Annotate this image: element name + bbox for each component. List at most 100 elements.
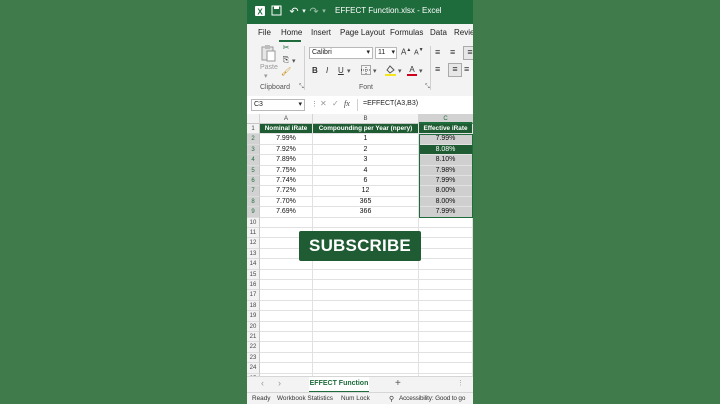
cell[interactable] <box>419 321 473 332</box>
accessibility-status[interactable]: Accessibility: Good to go <box>399 395 465 402</box>
tab-home[interactable]: Home <box>281 28 302 37</box>
cell[interactable] <box>419 342 473 353</box>
font-size-select[interactable]: 11 ▾ <box>375 47 397 59</box>
align-bottom-icon[interactable]: ≡ <box>463 46 473 60</box>
sheet-tab-effect-function[interactable]: EFFECT Function <box>309 377 369 393</box>
row-header[interactable]: 18 <box>247 300 260 312</box>
cell[interactable] <box>419 332 473 343</box>
row-header[interactable]: 1 <box>247 124 260 135</box>
effective-rate-cell[interactable]: 8.00% <box>419 196 473 208</box>
row-header[interactable]: 21 <box>247 332 260 343</box>
nominal-rate-cell[interactable]: 7.99% <box>260 134 313 145</box>
cell[interactable] <box>260 363 313 374</box>
cell[interactable] <box>313 332 419 343</box>
align-right-icon[interactable]: ≡ <box>464 64 469 74</box>
font-color-dropdown-icon[interactable]: ▾ <box>419 67 423 75</box>
cell[interactable] <box>260 280 313 291</box>
cell[interactable] <box>260 269 313 280</box>
npery-cell[interactable]: 366 <box>313 207 419 218</box>
paste-icon[interactable] <box>259 44 277 62</box>
cell[interactable] <box>419 228 473 239</box>
row-header[interactable]: 10 <box>247 217 260 228</box>
npery-cell[interactable]: 1 <box>313 134 419 145</box>
row-header[interactable]: 9 <box>247 207 260 218</box>
copy-dropdown-icon[interactable]: ▾ <box>292 57 296 65</box>
align-left-icon[interactable]: ≡ <box>435 64 440 74</box>
enter-icon[interactable]: ✓ <box>332 99 339 108</box>
row-header[interactable]: 14 <box>247 259 260 270</box>
row-header[interactable]: 23 <box>247 352 260 364</box>
effective-rate-cell[interactable]: 7.99% <box>419 134 473 145</box>
cell[interactable] <box>313 352 419 364</box>
cell[interactable] <box>419 290 473 301</box>
cell[interactable] <box>419 311 473 322</box>
cell[interactable] <box>260 321 313 332</box>
cell[interactable] <box>313 363 419 374</box>
cell[interactable] <box>419 259 473 270</box>
save-icon[interactable] <box>269 5 283 19</box>
row-header[interactable]: 20 <box>247 321 260 332</box>
nominal-rate-cell[interactable]: 7.72% <box>260 186 313 197</box>
effective-rate-cell[interactable]: 8.00% <box>419 186 473 197</box>
nominal-rate-cell[interactable]: 7.89% <box>260 155 313 166</box>
decrease-font-icon[interactable]: A▼ <box>414 47 424 56</box>
column-header-b[interactable]: B <box>313 114 419 124</box>
fill-color-icon[interactable] <box>385 64 396 78</box>
row-header[interactable]: 4 <box>247 155 260 166</box>
npery-cell[interactable]: 4 <box>313 165 419 176</box>
copy-icon[interactable]: ⎘ <box>281 55 291 65</box>
cell[interactable] <box>313 342 419 353</box>
npery-cell[interactable]: 12 <box>313 186 419 197</box>
fill-color-dropdown-icon[interactable]: ▾ <box>398 67 402 75</box>
row-header[interactable]: 2 <box>247 134 260 145</box>
formula-bar-menu-icon[interactable]: ⋮ <box>311 100 318 108</box>
cell[interactable] <box>260 290 313 301</box>
row-header[interactable]: 15 <box>247 269 260 280</box>
nominal-rate-cell[interactable]: 7.70% <box>260 196 313 208</box>
cell[interactable] <box>313 311 419 322</box>
cell[interactable] <box>419 363 473 374</box>
add-sheet-button[interactable]: + <box>395 378 401 389</box>
insert-function-button[interactable]: fx <box>344 99 350 108</box>
nominal-rate-cell[interactable]: 7.92% <box>260 144 313 156</box>
cell[interactable] <box>313 300 419 312</box>
cell[interactable] <box>313 290 419 301</box>
cell[interactable] <box>313 217 419 228</box>
align-middle-icon[interactable]: ≡ <box>450 47 455 57</box>
effective-rate-cell[interactable]: 7.99% <box>419 176 473 187</box>
cell[interactable] <box>260 332 313 343</box>
font-color-icon[interactable]: A <box>407 64 417 78</box>
spreadsheet-grid[interactable]: A B C 1 Nominal iRate Compounding per Year… <box>247 114 473 384</box>
underline-button[interactable]: U <box>338 66 344 75</box>
effective-rate-cell[interactable]: 7.98% <box>419 165 473 176</box>
cell[interactable] <box>260 352 313 364</box>
npery-cell[interactable]: 6 <box>313 176 419 187</box>
nominal-rate-cell[interactable]: 7.74% <box>260 176 313 187</box>
underline-dropdown-icon[interactable]: ▾ <box>347 67 351 75</box>
cell[interactable] <box>419 280 473 291</box>
tab-page-layout[interactable]: Page Layout <box>340 28 385 37</box>
row-header[interactable]: 8 <box>247 196 260 208</box>
tab-formulas[interactable]: Formulas <box>390 28 423 37</box>
row-header[interactable]: 13 <box>247 248 260 260</box>
row-header[interactable]: 11 <box>247 228 260 239</box>
row-header[interactable]: 22 <box>247 342 260 353</box>
tab-file[interactable]: File <box>258 28 271 37</box>
increase-font-icon[interactable]: A▲ <box>401 47 411 57</box>
header-cell[interactable]: Effective iRate <box>419 124 473 135</box>
workbook-statistics-button[interactable]: Workbook Statistics <box>277 395 333 402</box>
formula-input[interactable]: =EFFECT(A3,B3) <box>363 100 418 107</box>
tab-insert[interactable]: Insert <box>311 28 331 37</box>
npery-cell[interactable]: 365 <box>313 196 419 208</box>
prev-sheet-icon[interactable]: ‹ <box>261 378 264 388</box>
cancel-icon[interactable]: ✕ <box>320 99 327 108</box>
font-name-select[interactable]: Calibri ▾ <box>309 47 373 59</box>
italic-button[interactable]: I <box>326 66 328 75</box>
next-sheet-icon[interactable]: › <box>278 378 281 388</box>
cell[interactable] <box>419 300 473 312</box>
subscribe-banner[interactable]: SUBSCRIBE <box>299 231 421 261</box>
tab-review[interactable]: Review <box>454 28 473 37</box>
tab-data[interactable]: Data <box>430 28 447 37</box>
cell[interactable] <box>313 321 419 332</box>
borders-dropdown-icon[interactable]: ▾ <box>373 67 377 75</box>
